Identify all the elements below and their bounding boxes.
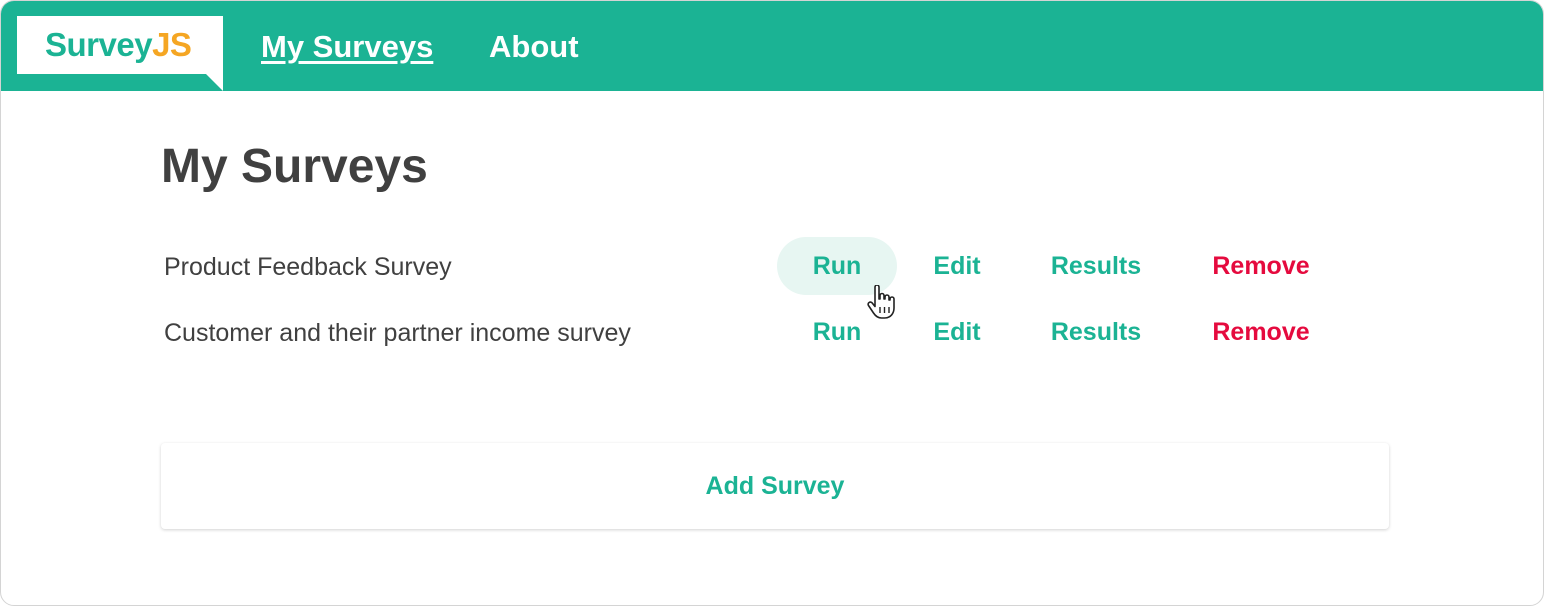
logo-text-js: JS [152, 26, 192, 63]
page-title: My Surveys [161, 140, 428, 193]
edit-button[interactable]: Edit [912, 237, 1002, 295]
survey-name: Product Feedback Survey [164, 253, 452, 281]
survey-row: Customer and their partner income survey… [161, 303, 1391, 361]
pointer-hand-icon [867, 285, 895, 319]
survey-name: Customer and their partner income survey [164, 319, 631, 347]
results-button[interactable]: Results [1031, 237, 1161, 295]
nav-link-about[interactable]: About [489, 25, 579, 69]
surveyjs-logo[interactable]: SurveyJS [17, 16, 223, 74]
remove-button[interactable]: Remove [1196, 237, 1326, 295]
logo-text: SurveyJS [45, 25, 192, 65]
app-window: SurveyJS My Surveys About My Surveys Pro… [0, 0, 1544, 606]
nav-link-my-surveys[interactable]: My Surveys [261, 25, 433, 69]
add-survey-panel: Add Survey [161, 443, 1389, 529]
remove-button[interactable]: Remove [1196, 303, 1326, 361]
add-survey-button[interactable]: Add Survey [161, 443, 1389, 529]
logo-notch [205, 73, 223, 91]
logo-text-survey: Survey [45, 26, 153, 63]
edit-button[interactable]: Edit [912, 303, 1002, 361]
results-button[interactable]: Results [1031, 303, 1161, 361]
top-navbar: SurveyJS My Surveys About [1, 1, 1543, 91]
survey-row: Product Feedback Survey Run Edit Results… [161, 237, 1391, 295]
